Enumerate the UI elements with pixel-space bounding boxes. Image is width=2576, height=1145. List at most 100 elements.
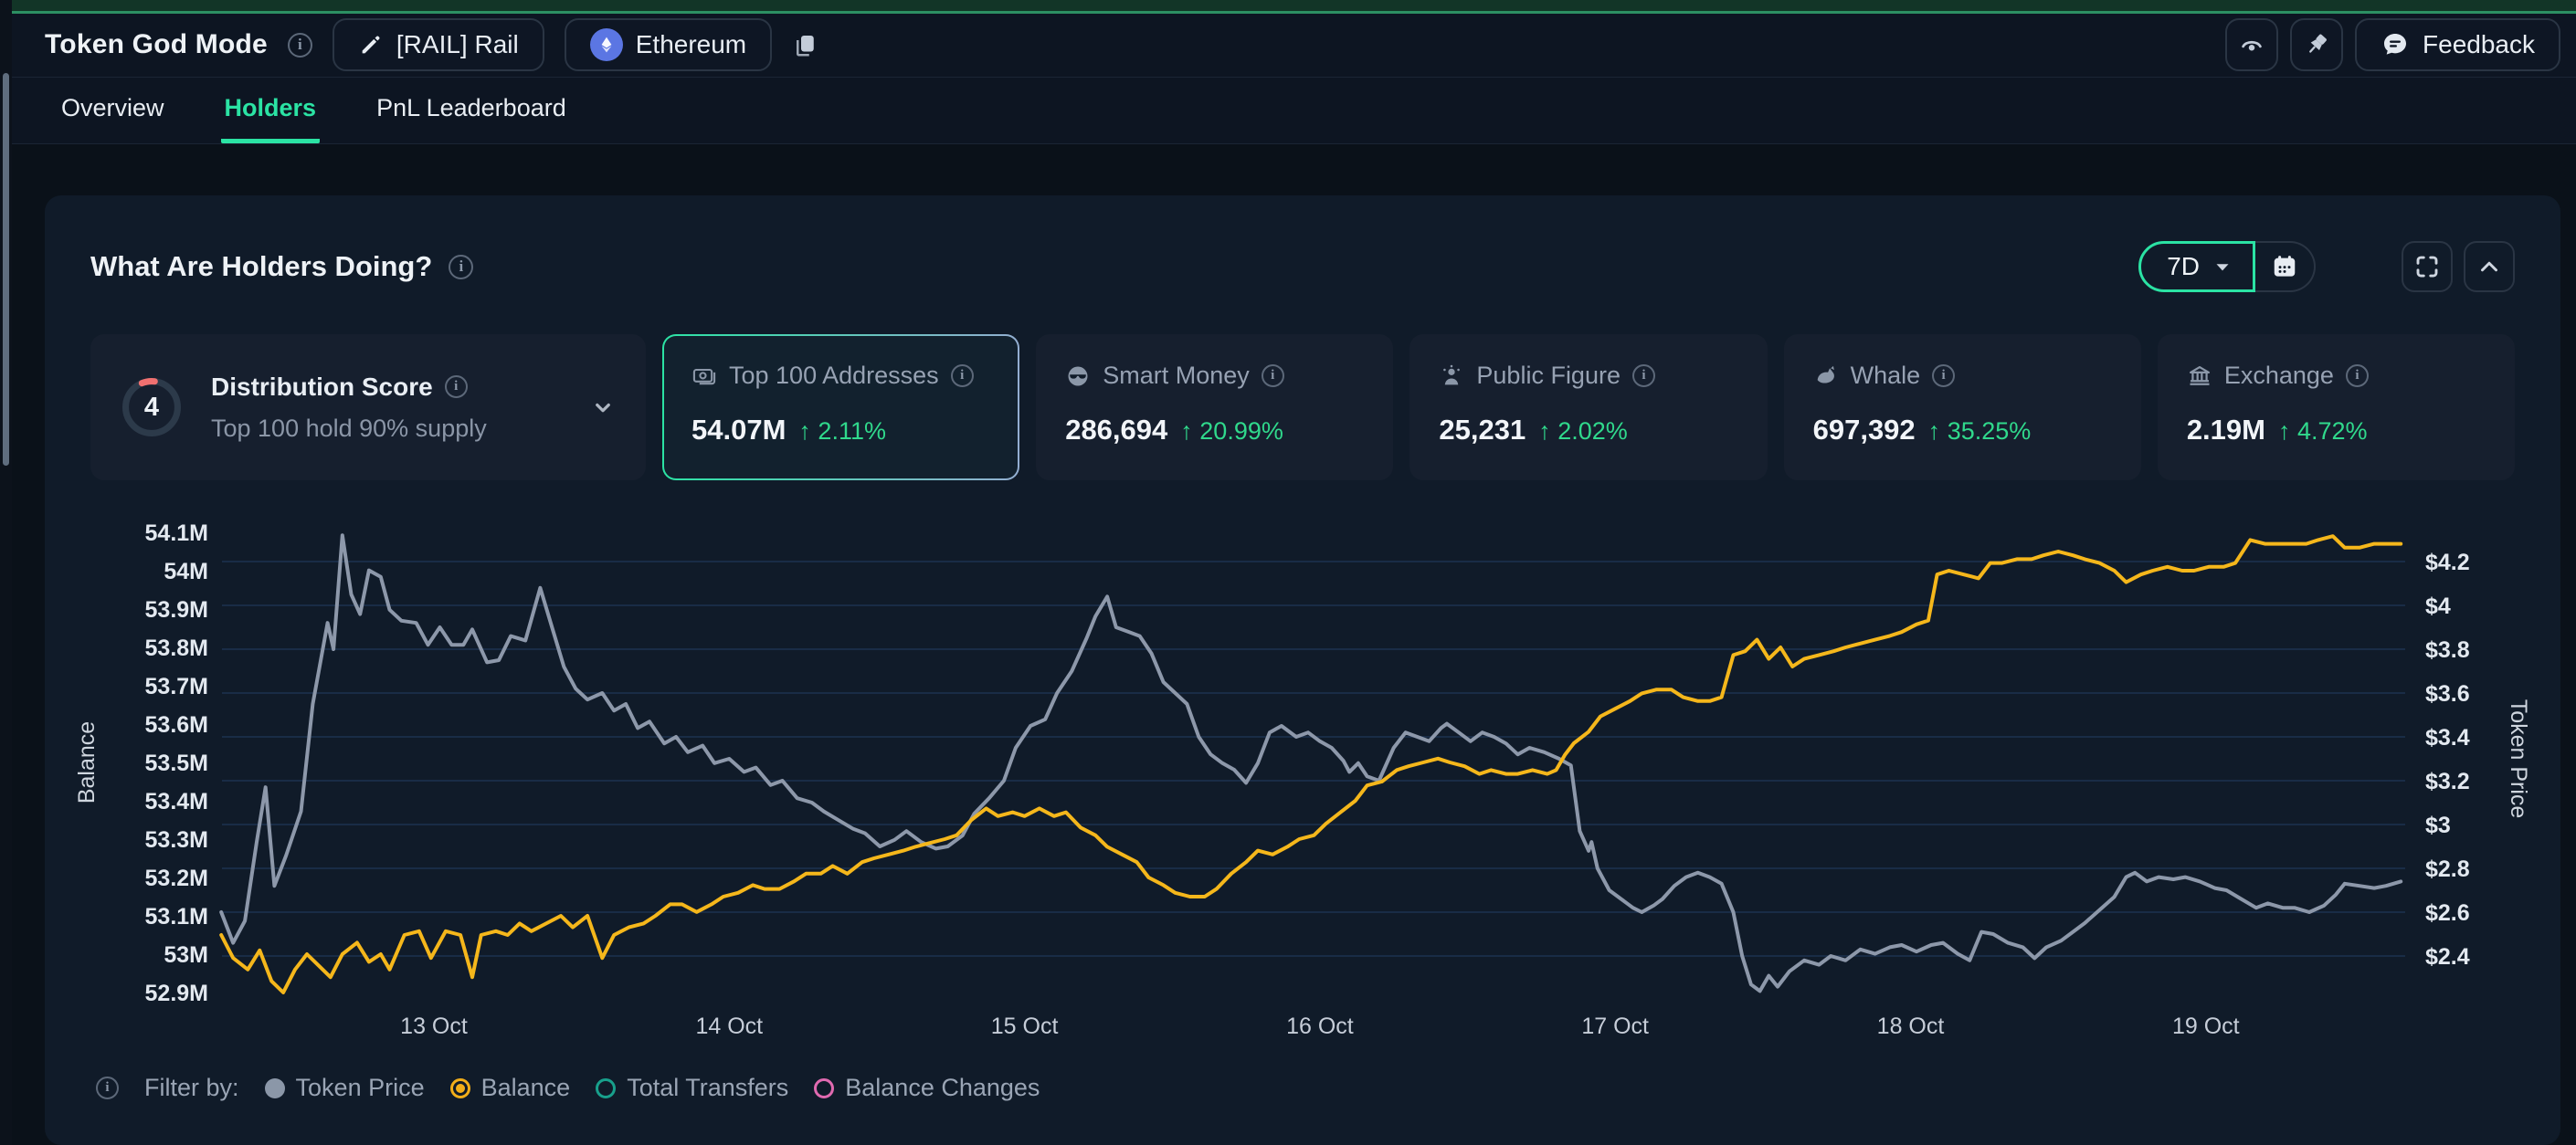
svg-text:53.9M: 53.9M [145,597,208,623]
info-icon[interactable]: i [449,255,473,279]
stat-card-smart-money[interactable]: Smart Money i 286,694 ↑ 20.99% [1036,334,1393,480]
eye-icon [2238,31,2265,58]
tab-overview[interactable]: Overview [58,78,168,143]
feedback-button[interactable]: Feedback [2355,18,2560,71]
info-icon[interactable]: i [445,375,468,398]
stat-value: 697,392 [1813,414,1916,446]
svg-text:$3.4: $3.4 [2425,725,2470,751]
stat-card-whale[interactable]: Whale i 697,392 ↑ 35.25% [1784,334,2141,480]
stat-card-exchange[interactable]: Exchange i 2.19M ↑ 4.72% [2158,334,2515,480]
stat-value: 25,231 [1439,414,1526,446]
distribution-score-card[interactable]: 4 Distribution Score i Top 100 hold 90% … [90,334,646,480]
timeframe-value: 7D [2167,252,2200,281]
fullscreen-icon [2413,253,2441,280]
pencil-icon [358,32,384,58]
svg-text:53.3M: 53.3M [145,827,208,853]
svg-text:$3.8: $3.8 [2425,637,2470,663]
fullscreen-button[interactable] [2402,241,2453,292]
info-icon[interactable]: i [1932,364,1955,387]
filter-by-label: Filter by: [144,1074,239,1102]
filter-total-transfers[interactable]: Total Transfers [596,1074,788,1102]
svg-text:14 Oct: 14 Oct [695,1014,763,1039]
stat-card-top-100-addresses[interactable]: Top 100 Addresses i 54.07M ↑ 2.11% [662,334,1019,480]
info-icon[interactable]: i [288,33,312,58]
page-header: Token God Mode i [RAIL] Rail Ethereum [12,14,2576,78]
info-icon[interactable]: i [1632,364,1655,387]
stat-label: Exchange [2224,362,2334,390]
stat-label: Whale [1851,362,1921,390]
balance-changes-marker-icon [814,1078,834,1098]
info-icon[interactable]: i [2346,364,2369,387]
svg-text:16 Oct: 16 Oct [1286,1014,1354,1039]
tab-pnl-leaderboard[interactable]: PnL Leaderboard [373,78,570,143]
svg-text:19 Oct: 19 Oct [2172,1014,2240,1039]
svg-text:$2.8: $2.8 [2425,856,2470,882]
balance-marker-icon [450,1078,470,1098]
tab-bar: Overview Holders PnL Leaderboard [12,78,2576,144]
filter-token-price[interactable]: Token Price [265,1074,425,1102]
svg-text:53.1M: 53.1M [145,904,208,930]
calendar-icon [2271,253,2298,280]
token-selector-button[interactable]: [RAIL] Rail [333,18,544,71]
stat-change: ↑ 2.11% [798,417,886,446]
whale-icon [1813,363,1839,389]
chain-selector-label: Ethereum [636,30,746,59]
chart-filter-legend: i Filter by: Token Price Balance Total T… [76,1074,2529,1102]
stat-label: Smart Money [1103,362,1250,390]
main-content: What Are Holders Doing? i 7D [12,144,2576,1145]
svg-text:54.1M: 54.1M [145,520,208,546]
info-icon[interactable]: i [951,364,974,387]
stat-value: 286,694 [1065,414,1167,446]
distribution-score-label: Distribution Score [211,373,433,402]
svg-text:53.5M: 53.5M [145,751,208,776]
copy-address-icon[interactable] [792,31,819,58]
pin-icon [2303,31,2330,58]
stat-label: Public Figure [1476,362,1621,390]
chain-selector-button[interactable]: Ethereum [565,18,772,71]
svg-text:18 Oct: 18 Oct [1877,1014,1945,1039]
svg-text:53.7M: 53.7M [145,674,208,699]
calendar-button[interactable] [2255,241,2316,292]
exchange-icon [2187,363,2212,389]
svg-text:53.8M: 53.8M [145,636,208,661]
chart-controls: 7D [2138,241,2515,292]
chat-icon [2381,30,2410,59]
ethereum-icon [590,28,623,61]
svg-text:$4.2: $4.2 [2425,550,2470,575]
stat-value: 54.07M [692,414,786,446]
stat-card-public-figure[interactable]: Public Figure i 25,231 ↑ 2.02% [1409,334,1767,480]
svg-text:17 Oct: 17 Oct [1581,1014,1649,1039]
stat-value: 2.19M [2187,414,2265,446]
distribution-score-value: 4 [120,375,184,439]
filter-balance[interactable]: Balance [450,1074,571,1102]
panel-header: What Are Holders Doing? i 7D [76,241,2529,292]
svg-text:52.9M: 52.9M [145,981,208,1006]
svg-text:Token Price: Token Price [2506,699,2529,819]
svg-text:15 Oct: 15 Oct [991,1014,1059,1039]
collapse-button[interactable] [2464,241,2515,292]
feedback-label: Feedback [2423,30,2535,59]
left-scrollbar[interactable] [0,0,12,1145]
stat-label: Top 100 Addresses [729,362,939,390]
info-icon[interactable]: i [96,1077,119,1099]
stat-change: ↑ 4.72% [2278,417,2368,446]
distribution-score-subtitle: Top 100 hold 90% supply [211,415,562,443]
svg-text:53.2M: 53.2M [145,866,208,891]
pin-button[interactable] [2290,18,2343,71]
svg-text:54M: 54M [164,559,208,584]
top-accent-bar [12,0,2576,14]
tab-holders[interactable]: Holders [221,78,321,143]
watch-button[interactable] [2225,18,2278,71]
info-icon[interactable]: i [1262,364,1284,387]
timeframe-dropdown[interactable]: 7D [2138,241,2255,292]
stat-change: ↑ 35.25% [1928,417,2032,446]
svg-text:$3.2: $3.2 [2425,769,2470,794]
public-figure-icon [1439,363,1464,389]
page-title: Token God Mode [45,29,268,60]
stat-change: ↑ 2.02% [1538,417,1628,446]
svg-text:53.6M: 53.6M [145,712,208,738]
scrollbar-thumb[interactable] [3,73,9,466]
holders-chart[interactable]: 54.1M54M53.9M53.8M53.7M53.6M53.5M53.4M53… [76,502,2529,1050]
token-selector-label: [RAIL] Rail [396,30,519,59]
filter-balance-changes[interactable]: Balance Changes [814,1074,1040,1102]
